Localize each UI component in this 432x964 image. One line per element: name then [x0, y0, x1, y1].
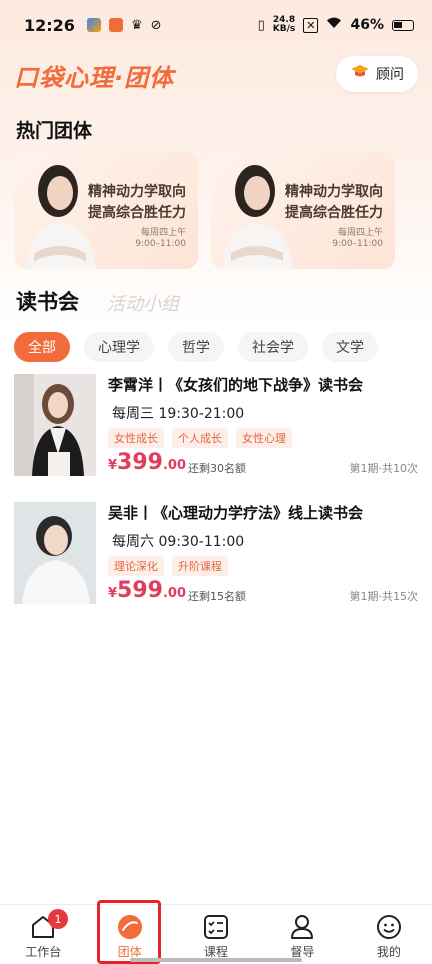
- filter-philosophy[interactable]: 哲学: [168, 332, 224, 362]
- course-period: 第1期·共15次: [349, 590, 419, 603]
- course-tag: 升阶课程: [172, 556, 228, 576]
- filter-all[interactable]: 全部: [14, 332, 70, 362]
- group-icon: [115, 913, 145, 941]
- supervision-icon: [287, 913, 317, 941]
- wifi-icon: [326, 17, 342, 33]
- course-icon: [201, 913, 231, 941]
- hot-groups-title: 热门团体: [16, 120, 93, 142]
- filter-chips: 全部 心理学 哲学 社会学 文学: [14, 332, 378, 362]
- card-line1: 精神动力学取向: [285, 184, 383, 200]
- profile-icon: [374, 913, 404, 941]
- tab-book-club[interactable]: 读书会: [16, 286, 79, 316]
- course-price: ¥ 599 .00: [108, 578, 187, 603]
- notification-badge: 1: [48, 909, 68, 929]
- bottom-nav: 1 工作台 团体 课程 督导 我的: [0, 904, 432, 964]
- nav-course[interactable]: 课程: [173, 905, 259, 964]
- status-time: 12:26: [24, 15, 75, 35]
- app-header: 口袋心理·团体 顾问: [0, 54, 432, 98]
- course-title: 李霄洋丨《女孩们的地下战争》读书会: [108, 376, 364, 394]
- app-notification-icon: [86, 18, 101, 32]
- card-line1: 精神动力学取向: [88, 184, 186, 200]
- battery-icon: [392, 19, 414, 31]
- nav-workbench[interactable]: 1 工作台: [0, 905, 86, 964]
- card-line2: 提高综合胜任力: [88, 205, 186, 221]
- hot-group-card[interactable]: 精神动力学取向 提高综合胜任力 每周四上午 9:00–11:00: [211, 151, 395, 269]
- graduation-cap-icon: [350, 64, 370, 84]
- card-day: 每周四上午: [140, 228, 186, 238]
- course-item[interactable]: 李霄洋丨《女孩们的地下战争》读书会 每周三 19:30-21:00 女性成长 个…: [14, 374, 418, 476]
- course-tag: 女性心理: [236, 428, 292, 448]
- category-tabs: 读书会 活动小组: [16, 280, 179, 316]
- nav-label: 工作台: [25, 945, 62, 959]
- nav-supervision[interactable]: 督导: [259, 905, 345, 964]
- filter-psychology[interactable]: 心理学: [84, 332, 154, 362]
- course-time: 每周六 09:30-11:00: [112, 534, 245, 550]
- course-item[interactable]: 吴非丨《心理动力学疗法》线上读书会 每周六 09:30-11:00 理论深化 升…: [14, 502, 418, 604]
- app-notification-icon: [108, 18, 123, 32]
- instructor-photo: [26, 165, 96, 269]
- home-indicator: [130, 958, 302, 962]
- instructor-photo: [223, 165, 293, 269]
- course-cover: [14, 502, 96, 604]
- remaining-seats: 还剩15名额: [188, 590, 246, 603]
- crown-icon: ♛: [130, 17, 143, 33]
- remaining-seats: 还剩30名额: [188, 462, 246, 475]
- card-time: 9:00–11:00: [332, 239, 383, 249]
- card-day: 每周四上午: [337, 228, 383, 238]
- network-speed: 24.8 KB/s: [272, 15, 296, 34]
- consultant-button[interactable]: 顾问: [336, 56, 418, 92]
- status-bar: 12:26 ♛ ⊘ ▯ 24.8 KB/s ✕ 46%: [0, 0, 432, 50]
- course-cover: [14, 374, 96, 476]
- course-tag: 个人成长: [172, 428, 228, 448]
- course-tag: 女性成长: [108, 428, 164, 448]
- filter-sociology[interactable]: 社会学: [238, 332, 308, 362]
- nav-profile[interactable]: 我的: [346, 905, 432, 964]
- nav-label: 我的: [376, 945, 401, 959]
- app-logo: 口袋心理·团体: [14, 64, 175, 92]
- card-time: 9:00–11:00: [135, 239, 186, 249]
- course-tag: 理论深化: [108, 556, 164, 576]
- filter-literature[interactable]: 文学: [322, 332, 378, 362]
- course-time: 每周三 19:30-21:00: [112, 406, 245, 422]
- card-line2: 提高综合胜任力: [285, 205, 383, 221]
- sim-icon: ✕: [303, 17, 319, 33]
- tab-activity-group[interactable]: 活动小组: [107, 290, 179, 316]
- nav-group[interactable]: 团体: [86, 905, 172, 964]
- vibrate-icon: ▯: [257, 17, 265, 33]
- course-title: 吴非丨《心理动力学疗法》线上读书会: [108, 504, 364, 522]
- hot-group-card[interactable]: 精神动力学取向 提高综合胜任力 每周四上午 9:00–11:00: [14, 151, 198, 269]
- link-icon: ⊘: [150, 17, 162, 33]
- consultant-label: 顾问: [376, 67, 404, 83]
- battery-percent: 46%: [350, 17, 384, 33]
- course-period: 第1期·共10次: [349, 462, 419, 475]
- course-price: ¥ 399 .00: [108, 450, 187, 475]
